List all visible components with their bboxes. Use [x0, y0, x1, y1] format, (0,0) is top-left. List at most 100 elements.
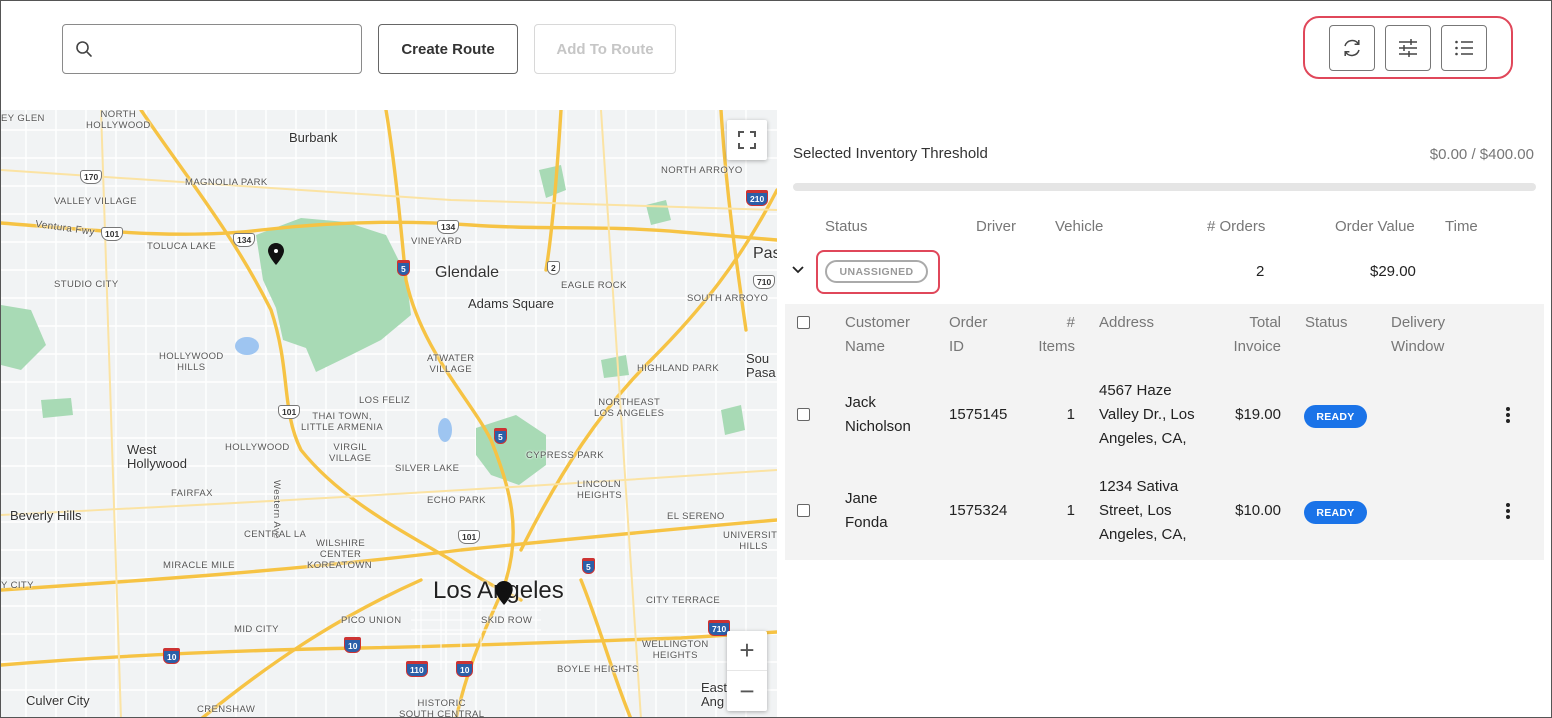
- order-header-total-invoice: Total Invoice: [1233, 314, 1281, 355]
- map-label-highland-park: HIGHLAND PARK: [637, 363, 720, 374]
- map-label-north-arroyo: NORTH ARROYO: [661, 165, 743, 176]
- map-label-wellington-heights: WELLINGTON HEIGHTS: [642, 639, 709, 661]
- map-label-east-la: East Ang: [701, 680, 728, 709]
- zoom-in-button[interactable]: +: [727, 631, 767, 671]
- route-map[interactable]: NORTH HOLLYWOOD EY GLEN Burbank MAGNOLIA…: [1, 110, 777, 718]
- map-label-skid-row: SKID ROW: [481, 615, 533, 626]
- order-total-invoice: $19.00: [1235, 406, 1281, 423]
- map-label-central-la: CENTRAL LA: [244, 529, 307, 540]
- map-label-west-hollywood: West Hollywood: [127, 442, 187, 471]
- map-label-virgil-village: VIRGIL VILLAGE: [329, 442, 372, 464]
- map-label-koreatown: KOREATOWN: [307, 560, 373, 571]
- add-to-route-button[interactable]: Add To Route: [534, 24, 676, 74]
- map-label-miracle-mile: MIRACLE MILE: [163, 560, 235, 571]
- highway-shield: 134: [233, 233, 256, 247]
- map-label-university-hills: UNIVERSITY HILLS: [723, 530, 777, 552]
- order-address: 4567 Haze Valley Dr., Los Angeles, CA,: [1099, 382, 1195, 447]
- order-header-delivery-window: Delivery Window: [1391, 314, 1446, 355]
- highway-shield: 10: [163, 648, 181, 664]
- map-label-thai-town: THAI TOWN, LITTLE ARMENIA: [301, 411, 384, 433]
- list-icon: [1455, 40, 1473, 56]
- search-input[interactable]: [101, 25, 361, 73]
- fullscreen-icon: [738, 131, 756, 149]
- order-id: 1575324: [949, 502, 1008, 519]
- map-label-pasadena: Pas: [753, 245, 777, 262]
- highway-shield: 5: [494, 428, 507, 444]
- zoom-control: + −: [727, 631, 767, 711]
- map-label-mid-city: MID CITY: [234, 624, 279, 635]
- map-label-crenshaw: CRENSHAW: [197, 704, 256, 715]
- highway-shield: 10: [344, 637, 362, 653]
- map-label-toluca-lake: TOLUCA LAKE: [147, 241, 217, 252]
- map-label-eagle-rock: EAGLE ROCK: [561, 280, 627, 291]
- route-status-badge: UNASSIGNED: [825, 260, 928, 283]
- order-items: 1: [1066, 502, 1075, 519]
- order-row-checkbox[interactable]: [797, 504, 810, 517]
- column-header-status: Status: [825, 218, 868, 235]
- map-label-magnolia-park: MAGNOLIA PARK: [185, 177, 268, 188]
- search-box[interactable]: [62, 24, 362, 74]
- map-label-lincoln-heights: LINCOLN HEIGHTS: [577, 479, 623, 501]
- highway-shield: 10: [456, 661, 474, 677]
- highway-shield: 5: [397, 260, 410, 276]
- order-header-items: # Items: [1038, 314, 1075, 355]
- list-view-button[interactable]: [1441, 25, 1487, 71]
- chevron-down-icon[interactable]: [789, 261, 807, 279]
- fullscreen-button[interactable]: [727, 120, 767, 160]
- order-header-customer-name: Customer Name: [845, 314, 911, 355]
- highway-shield: 170: [80, 170, 103, 184]
- highway-shield: 710: [753, 275, 776, 289]
- map-label-north-hollywood: NORTH HOLLYWOOD: [86, 110, 151, 131]
- highway-shield: 101: [458, 530, 481, 544]
- highway-shield: 5: [582, 558, 595, 574]
- order-header-order-id: Order ID: [949, 314, 988, 355]
- map-label-glendale: Glendale: [435, 264, 500, 281]
- select-all-checkbox[interactable]: [797, 316, 810, 329]
- map-label-los-feliz: LOS FELIZ: [359, 395, 411, 406]
- filter-settings-button[interactable]: [1385, 25, 1431, 71]
- refresh-icon: [1344, 39, 1360, 57]
- highway-shield: 2: [547, 261, 560, 275]
- map-label-studio-city: STUDIO CITY: [54, 279, 119, 290]
- map-label-wilshire-center: WILSHIRE CENTER: [316, 538, 366, 560]
- highway-shield: 134: [437, 220, 460, 234]
- app-window: Create Route Add To Route NORTH HOLLYWOO…: [0, 0, 1552, 718]
- column-header-driver: Driver: [976, 218, 1016, 235]
- map-label-burbank: Burbank: [289, 130, 338, 145]
- column-header-orders: # Orders: [1207, 218, 1266, 235]
- order-customer-name: Jack Nicholson: [845, 394, 911, 435]
- map-label-historic-south-central: HISTORIC SOUTH CENTRAL: [399, 698, 485, 718]
- map-label-south-pasadena: Sou Pasa: [746, 351, 776, 380]
- map-label-atwater-village: ATWATER VILLAGE: [427, 353, 475, 375]
- inventory-threshold-value: $0.00 / $400.00: [1429, 146, 1534, 163]
- order-status-badge: READY: [1304, 405, 1367, 428]
- map-label-south-arroyo: SOUTH ARROYO: [687, 293, 769, 304]
- order-address: 1234 Sativa Street, Los Angeles, CA,: [1099, 478, 1187, 543]
- map-label-vineyard: VINEYARD: [411, 236, 463, 247]
- column-header-time: Time: [1445, 218, 1478, 235]
- order-customer-name: Jane Fonda: [845, 490, 888, 531]
- inventory-threshold-label: Selected Inventory Threshold: [793, 145, 988, 162]
- order-status-badge: READY: [1304, 501, 1367, 524]
- order-total-invoice: $10.00: [1235, 502, 1281, 519]
- route-order-count: 2: [1256, 263, 1265, 280]
- highway-shield: 101: [278, 405, 301, 419]
- route-order-value: $29.00: [1370, 263, 1416, 280]
- zoom-out-button[interactable]: −: [727, 671, 767, 711]
- map-label-echo-park: ECHO PARK: [427, 495, 486, 506]
- map-label-northeast-la: NORTHEAST LOS ANGELES: [594, 397, 665, 419]
- order-more-icon[interactable]: [1505, 407, 1511, 425]
- map-label-fairfax: FAIRFAX: [171, 488, 213, 499]
- map-label-hollywood: HOLLYWOOD: [225, 442, 290, 453]
- order-row-checkbox[interactable]: [797, 408, 810, 421]
- highway-shield: 110: [406, 661, 428, 677]
- order-more-icon[interactable]: [1505, 503, 1511, 521]
- refresh-button[interactable]: [1329, 25, 1375, 71]
- map-label-el-sereno: EL SERENO: [667, 511, 725, 522]
- map-label-hollywood-hills: HOLLYWOOD HILLS: [159, 351, 224, 373]
- create-route-button[interactable]: Create Route: [378, 24, 518, 74]
- orders-table: Customer Name Order ID # Items Address T…: [785, 304, 1544, 560]
- map-label-silver-lake: SILVER LAKE: [395, 463, 460, 474]
- map-marker-icon[interactable]: [268, 243, 284, 265]
- map-marker-icon[interactable]: [495, 581, 513, 605]
